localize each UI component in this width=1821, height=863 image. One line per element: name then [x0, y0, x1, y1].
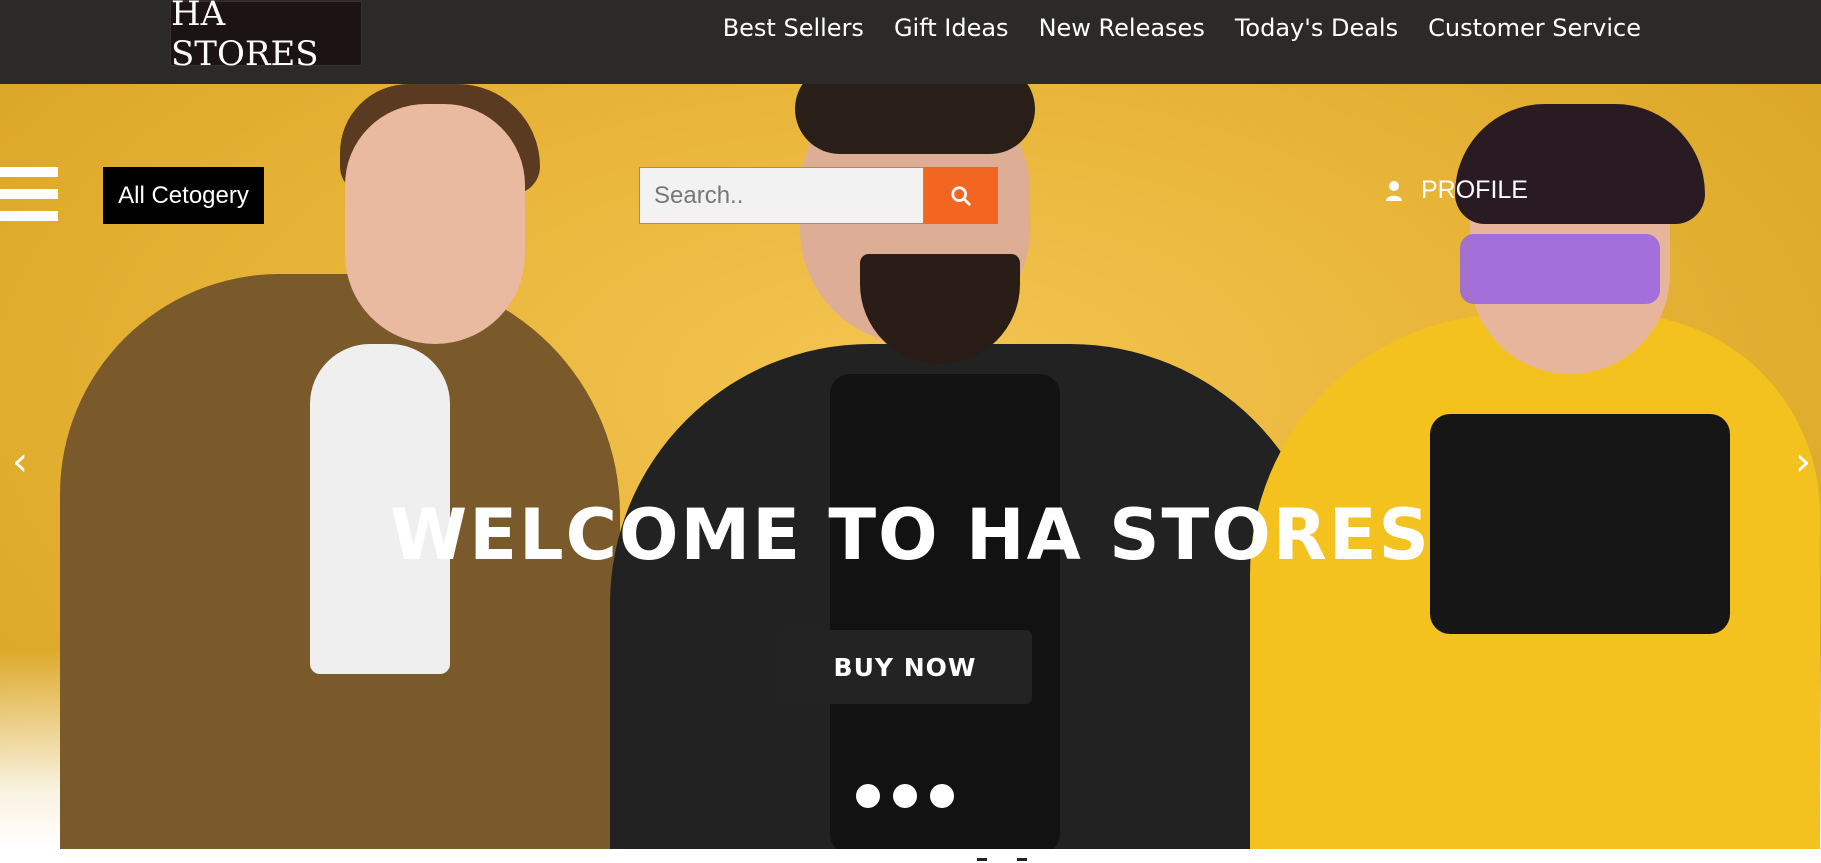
search-input[interactable]	[639, 167, 924, 224]
hero-image-hair	[795, 84, 1035, 154]
hero-image-face	[345, 104, 525, 344]
brand-logo[interactable]: HA STORES	[170, 0, 362, 74]
profile-label: PROFILE	[1421, 176, 1528, 204]
hero-headline: WELCOME TO HA STORES	[390, 494, 1431, 576]
search-icon	[951, 185, 971, 206]
top-navbar: HA STORES Best Sellers Gift Ideas New Re…	[0, 0, 1821, 84]
partial-content	[977, 858, 1027, 861]
carousel-dot[interactable]	[856, 784, 880, 808]
chevron-right-icon[interactable]: ›	[1795, 439, 1811, 485]
carousel-indicators	[856, 784, 954, 808]
hero-image-sunglasses	[1460, 234, 1660, 304]
nav-new-releases[interactable]: New Releases	[1039, 14, 1205, 42]
main-nav: Best Sellers Gift Ideas New Releases Tod…	[723, 14, 1641, 42]
search-bar	[639, 167, 998, 224]
nav-gift-ideas[interactable]: Gift Ideas	[894, 14, 1009, 42]
nav-todays-deals[interactable]: Today's Deals	[1235, 14, 1398, 42]
hero-image-hair	[1455, 104, 1705, 224]
hero-carousel: All Cetogery PROFILE ‹ › WELCOME TO HA S…	[0, 84, 1821, 849]
chevron-left-icon[interactable]: ‹	[12, 439, 28, 485]
nav-best-sellers[interactable]: Best Sellers	[723, 14, 864, 42]
buy-now-button[interactable]: BUY NOW	[778, 630, 1032, 704]
search-button[interactable]	[924, 167, 998, 224]
carousel-dot[interactable]	[893, 784, 917, 808]
carousel-dot[interactable]	[930, 784, 954, 808]
profile-link[interactable]: PROFILE	[1385, 176, 1528, 205]
all-category-button[interactable]: All Cetogery	[103, 167, 264, 224]
page-bottom	[0, 849, 1821, 863]
nav-customer-service[interactable]: Customer Service	[1428, 14, 1641, 42]
menu-icon[interactable]	[0, 167, 58, 221]
hero-image-tshirt	[830, 374, 1060, 849]
user-icon	[1386, 180, 1402, 201]
